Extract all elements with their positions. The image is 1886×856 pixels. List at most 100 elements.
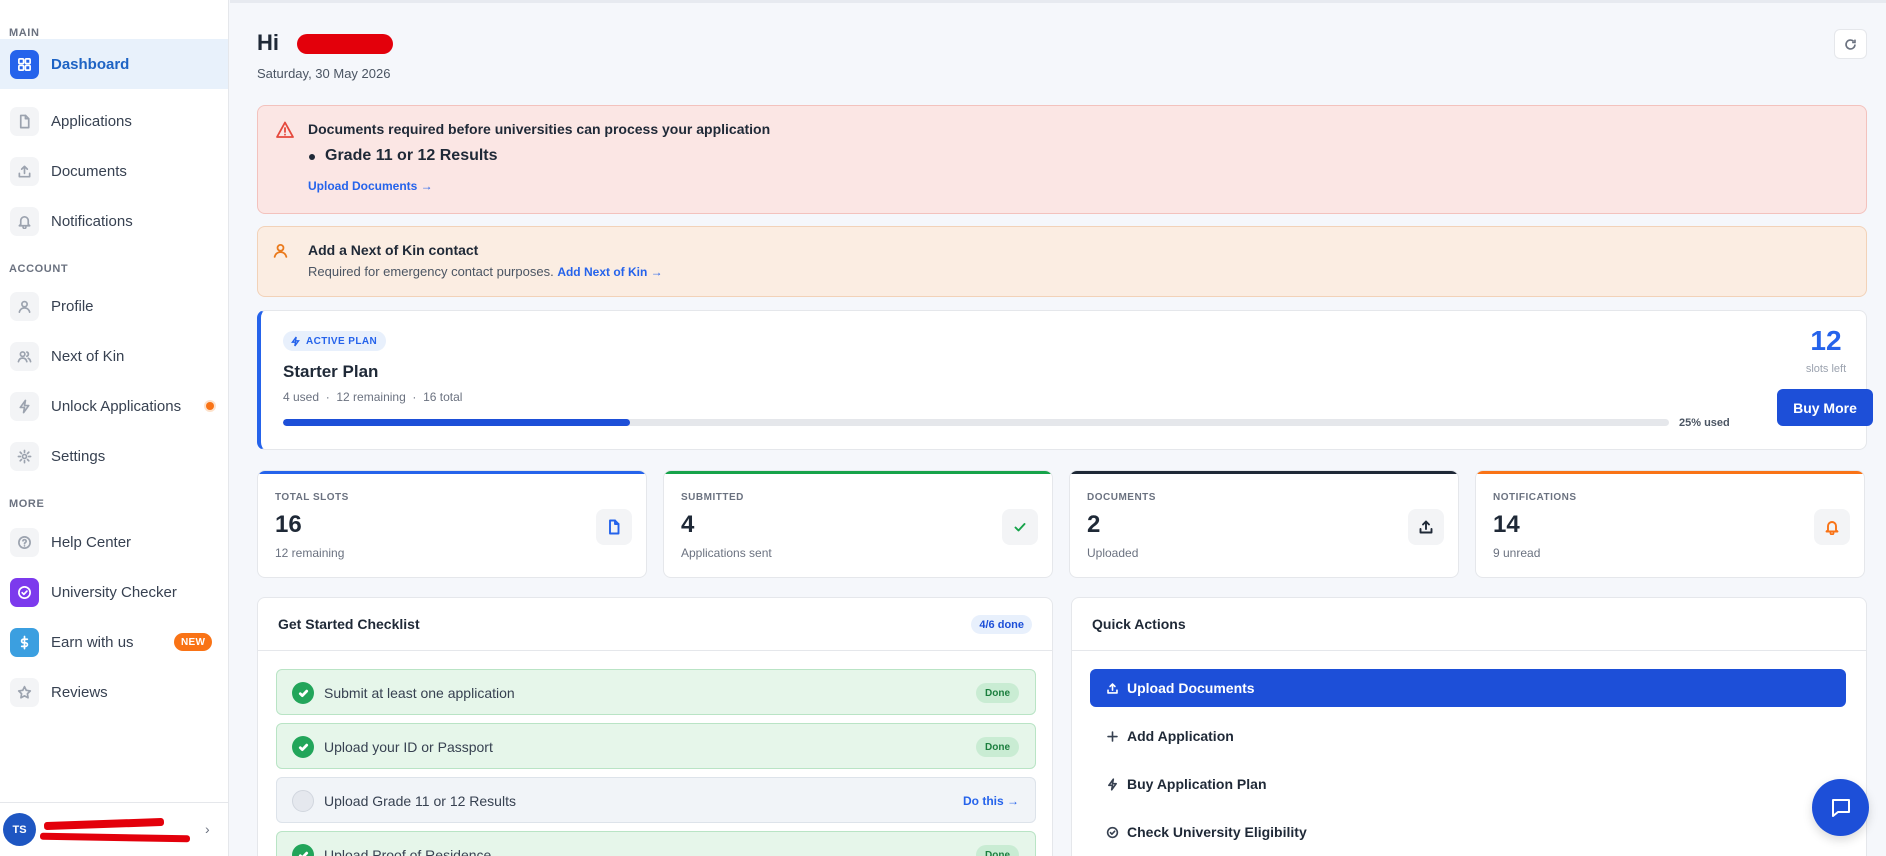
stat-value: 4 (681, 511, 695, 538)
sidebar-item-label: Settings (51, 447, 106, 465)
sidebar-item-applications[interactable]: Applications (0, 96, 228, 146)
documents-required-alert: Documents required before universities c… (257, 105, 1867, 214)
percent-used: 25% used (1679, 417, 1730, 429)
checklist-item: Upload Proof of Residence Done (276, 831, 1036, 856)
buy-application-plan-button[interactable]: Buy Application Plan (1090, 765, 1846, 803)
checklist-item: Upload your ID or Passport Done (276, 723, 1036, 769)
check-university-eligibility-button[interactable]: Check University Eligibility (1090, 813, 1846, 851)
user-icon (10, 291, 39, 321)
sidebar-item-reviews[interactable]: Reviews (0, 667, 228, 717)
users-icon (10, 341, 39, 371)
alert-text: Required for emergency contact purposes.… (308, 264, 663, 279)
avatar: TS (3, 813, 36, 846)
bell-icon (10, 206, 39, 236)
stat-subtext: Uploaded (1087, 546, 1139, 560)
file-icon (10, 106, 39, 136)
star-icon (10, 677, 39, 707)
checklist-item[interactable]: Upload Grade 11 or 12 Results Do this → (276, 777, 1036, 823)
checklist-item-label: Upload Proof of Residence (324, 847, 492, 856)
get-started-checklist: Get Started Checklist 4/6 done Submit at… (257, 597, 1053, 856)
sidebar-item-label: Earn with us (51, 633, 134, 651)
upload-documents-button[interactable]: Upload Documents (1090, 669, 1846, 707)
upload-documents-link[interactable]: Upload Documents → (308, 179, 433, 193)
alert-title: Documents required before universities c… (308, 121, 771, 137)
sidebar-item-label: Reviews (51, 683, 108, 701)
sidebar-item-dashboard[interactable]: Dashboard (0, 39, 228, 89)
stat-accent-bar (664, 471, 1052, 474)
sidebar-item-earn-with-us[interactable]: Earn with us NEW (0, 617, 228, 667)
user-icon (273, 243, 288, 258)
panel-header: Get Started Checklist 4/6 done (258, 598, 1052, 651)
stat-card-submitted: SUBMITTED 4 Applications sent (663, 470, 1053, 578)
file-icon (596, 509, 632, 545)
grid-icon (10, 49, 39, 79)
page-title: Hi (257, 30, 393, 56)
dollar-icon (10, 627, 39, 657)
stat-card-documents: DOCUMENTS 2 Uploaded (1069, 470, 1459, 578)
stat-label: DOCUMENTS (1087, 492, 1156, 503)
bolt-icon (10, 391, 39, 421)
sidebar-item-notifications[interactable]: Notifications (0, 196, 228, 246)
upload-icon (1408, 509, 1444, 545)
check-icon (292, 736, 314, 758)
sidebar-item-label: Dashboard (51, 55, 130, 73)
sidebar-item-label: Applications (51, 112, 132, 130)
notification-dot (206, 402, 214, 410)
section-label-more: MORE (9, 498, 45, 510)
panel-title: Quick Actions (1092, 616, 1186, 632)
checklist-progress-badge: 4/6 done (971, 615, 1032, 634)
stat-label: TOTAL SLOTS (275, 492, 349, 503)
stat-card-total-slots: TOTAL SLOTS 16 12 remaining (257, 470, 647, 578)
redaction-mark (39, 832, 191, 843)
stat-value: 2 (1087, 511, 1101, 538)
stat-subtext: Applications sent (681, 546, 772, 560)
checklist-item-label: Submit at least one application (324, 685, 515, 701)
sidebar-item-label: Help Center (51, 533, 132, 551)
check-circle-icon (10, 577, 39, 607)
plan-usage-summary: 4 used · 12 remaining · 16 total (283, 390, 463, 404)
chevron-right-icon: › (205, 821, 210, 837)
sidebar-item-help-center[interactable]: Help Center (0, 517, 228, 567)
plan-progress-bar (283, 419, 1669, 426)
sidebar-item-label: Profile (51, 297, 94, 315)
slots-left-label: slots left (1805, 363, 1847, 375)
panel-header: Quick Actions (1072, 598, 1866, 651)
stat-subtext: 9 unread (1493, 546, 1541, 560)
sidebar-item-next-of-kin[interactable]: Next of Kin (0, 331, 228, 381)
done-badge: Done (976, 683, 1019, 703)
checklist-item: Submit at least one application Done (276, 669, 1036, 715)
stat-subtext: 12 remaining (275, 546, 345, 560)
sidebar-item-label: Next of Kin (51, 347, 125, 365)
stat-accent-bar (258, 471, 646, 474)
sidebar-item-documents[interactable]: Documents (0, 146, 228, 196)
sidebar: MAIN Dashboard Applications Documents No… (0, 0, 229, 856)
checklist-item-label: Upload Grade 11 or 12 Results (324, 793, 516, 809)
stat-card-notifications: NOTIFICATIONS 14 9 unread (1475, 470, 1865, 578)
chat-button[interactable] (1812, 779, 1869, 836)
add-application-button[interactable]: Add Application (1090, 717, 1846, 755)
sidebar-item-profile[interactable]: Profile (0, 281, 228, 331)
new-badge: NEW (174, 633, 213, 651)
upload-icon (10, 156, 39, 186)
add-next-of-kin-link[interactable]: Add Next of Kin → (557, 265, 662, 279)
active-plan-card: ACTIVE PLAN Starter Plan 4 used · 12 rem… (257, 310, 1873, 450)
missing-document-item: Grade 11 or 12 Results (309, 147, 498, 164)
check-circle-icon (1106, 826, 1119, 838)
sidebar-item-settings[interactable]: Settings (0, 431, 228, 481)
sidebar-item-unlock-applications[interactable]: Unlock Applications (0, 381, 228, 431)
stat-label: SUBMITTED (681, 492, 744, 503)
bolt-icon (291, 336, 300, 346)
redaction-mark (43, 817, 165, 831)
panel-title: Get Started Checklist (278, 616, 420, 632)
refresh-button[interactable] (1834, 29, 1867, 59)
done-badge: Done (976, 737, 1019, 757)
checklist-item-label: Upload your ID or Passport (324, 739, 493, 755)
do-this-link[interactable]: Do this → (963, 791, 1019, 811)
slots-left-count: 12 (1810, 325, 1842, 356)
alert-title: Add a Next of Kin contact (308, 242, 479, 258)
buy-more-button[interactable]: Buy More (1777, 389, 1873, 426)
redaction-mark (297, 34, 393, 54)
sidebar-item-university-checker[interactable]: University Checker (0, 567, 228, 617)
stat-accent-bar (1070, 471, 1458, 474)
user-account-menu[interactable]: TS › (0, 802, 228, 856)
